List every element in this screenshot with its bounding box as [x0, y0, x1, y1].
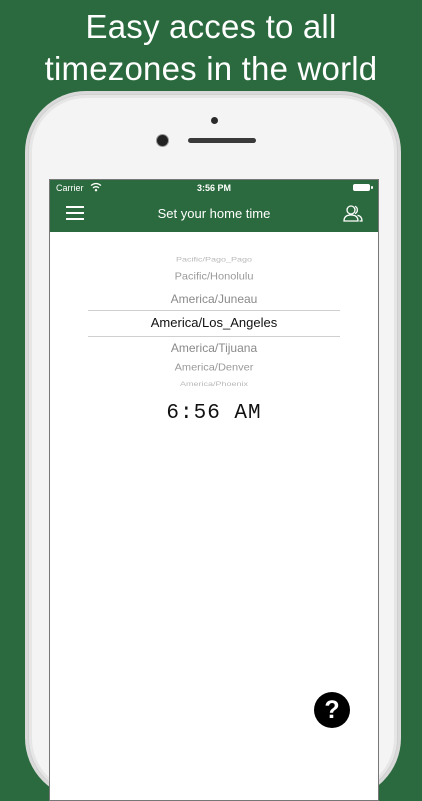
promo-headline-line-2: timezones in the world	[44, 50, 378, 87]
timezone-picker[interactable]: Pacific/Pago_Pago Pacific/Honolulu Ameri…	[88, 242, 340, 392]
picker-selection-bottom-line	[88, 336, 340, 337]
app-screen: Carrier 3:56 PM Set your home time Pacif…	[49, 179, 379, 801]
users-icon[interactable]	[342, 204, 364, 222]
phone-camera	[157, 135, 168, 146]
picker-item-selected[interactable]: America/Los_Angeles	[88, 315, 340, 330]
promo-headline-line-1: Easy acces to all	[85, 8, 337, 45]
help-button[interactable]: ?	[314, 692, 350, 728]
picker-item-america-tijuana[interactable]: America/Tijuana	[88, 341, 340, 355]
picker-item-america-denver[interactable]: America/Denver	[88, 363, 340, 374]
phone-speaker	[188, 138, 256, 143]
picker-item-america-phoenix[interactable]: America/Phoenix	[88, 380, 340, 387]
battery-icon	[353, 184, 373, 191]
picker-selection-top-line	[88, 310, 340, 311]
picker-item-pacific-pago-pago[interactable]: Pacific/Pago_Pago	[88, 255, 340, 263]
picker-item-america-juneau[interactable]: America/Juneau	[88, 292, 340, 306]
status-bar: Carrier 3:56 PM	[50, 180, 378, 196]
phone-sensor	[211, 117, 218, 124]
home-time-display: 6:56 AM	[166, 402, 262, 425]
promo-headline: Easy acces to all timezones in the world	[0, 6, 422, 90]
phone-frame: Carrier 3:56 PM Set your home time Pacif…	[28, 94, 398, 801]
app-header: Carrier 3:56 PM Set your home time	[50, 180, 378, 232]
picker-item-pacific-honolulu[interactable]: Pacific/Honolulu	[88, 272, 340, 283]
page-title: Set your home time	[157, 206, 271, 221]
status-time: 3:56 PM	[196, 183, 231, 193]
